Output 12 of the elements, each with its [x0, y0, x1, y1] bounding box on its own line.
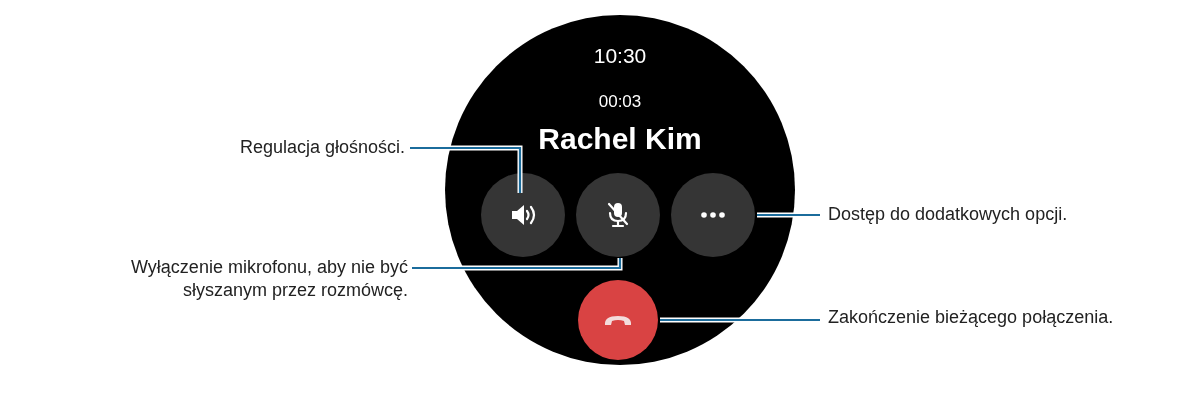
speaker-icon	[510, 204, 536, 226]
callout-label: Regulacja głośności.	[238, 136, 405, 159]
callout-label: Dostęp do dodatkowych opcji.	[828, 203, 1069, 226]
more-icon	[701, 212, 725, 218]
clock-time: 10:30	[592, 44, 648, 68]
call-duration: 00:03	[597, 92, 643, 112]
callout-label: Zakończenie bieżącego połączenia.	[828, 306, 1115, 329]
microphone-off-icon	[607, 202, 629, 228]
leader-line	[757, 212, 820, 218]
caller-name: Rachel Kim	[537, 122, 703, 156]
callout-label: Wyłączenie mikrofonu, aby nie być słyszanym przez rozmówcę.	[130, 256, 408, 303]
hang-up-icon	[603, 313, 633, 327]
